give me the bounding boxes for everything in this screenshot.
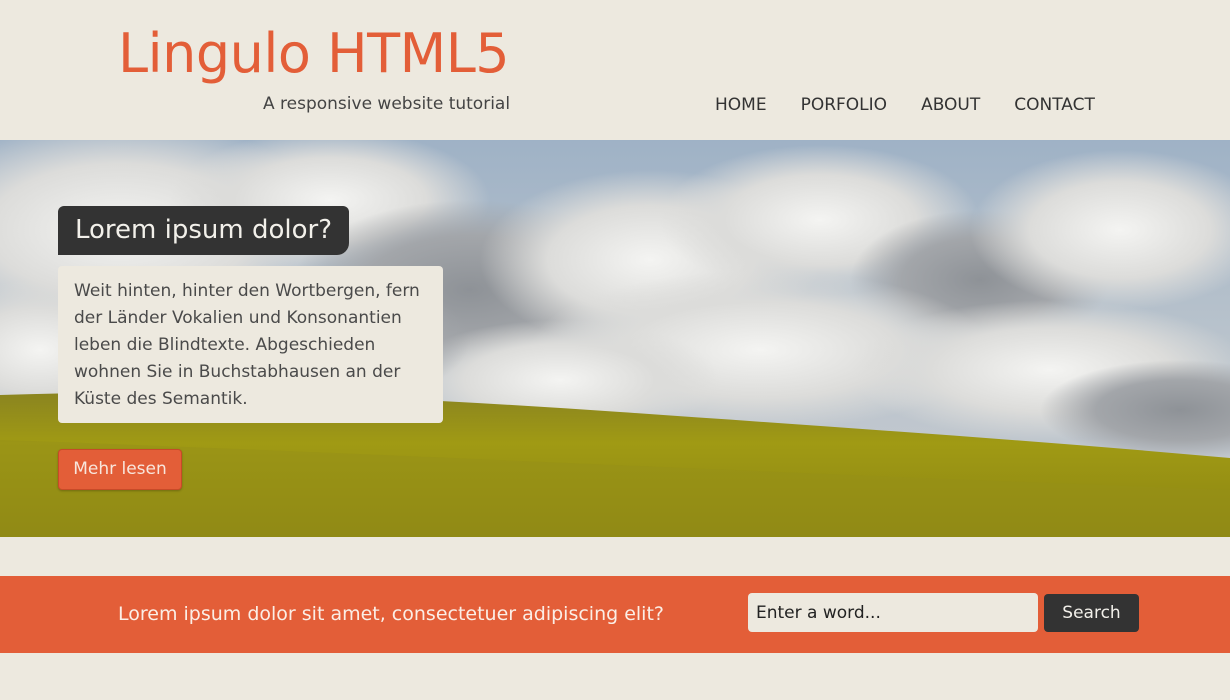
search-button[interactable]: Search [1044, 594, 1139, 632]
read-more-button[interactable]: Mehr lesen [58, 449, 182, 490]
main-nav: HOME PORFOLIO ABOUT CONTACT [715, 94, 1095, 116]
logo-title[interactable]: Lingulo HTML5 [118, 22, 510, 86]
hero-text-box: Weit hinten, hinter den Wortbergen, fern… [58, 266, 443, 423]
search-band: Lorem ipsum dolor sit amet, consectetuer… [0, 576, 1230, 653]
logo-tagline: A responsive website tutorial [263, 94, 511, 114]
nav-item-home[interactable]: HOME [715, 94, 767, 116]
search-input[interactable] [748, 593, 1038, 632]
site-header: Lingulo HTML5 A responsive website tutor… [0, 0, 1230, 140]
hero-title: Lorem ipsum dolor? [58, 206, 350, 255]
nav-item-about[interactable]: ABOUT [921, 94, 980, 116]
nav-item-portfolio[interactable]: PORFOLIO [801, 94, 887, 116]
nav-item-contact[interactable]: CONTACT [1014, 94, 1095, 116]
band-text: Lorem ipsum dolor sit amet, consectetuer… [118, 603, 664, 625]
